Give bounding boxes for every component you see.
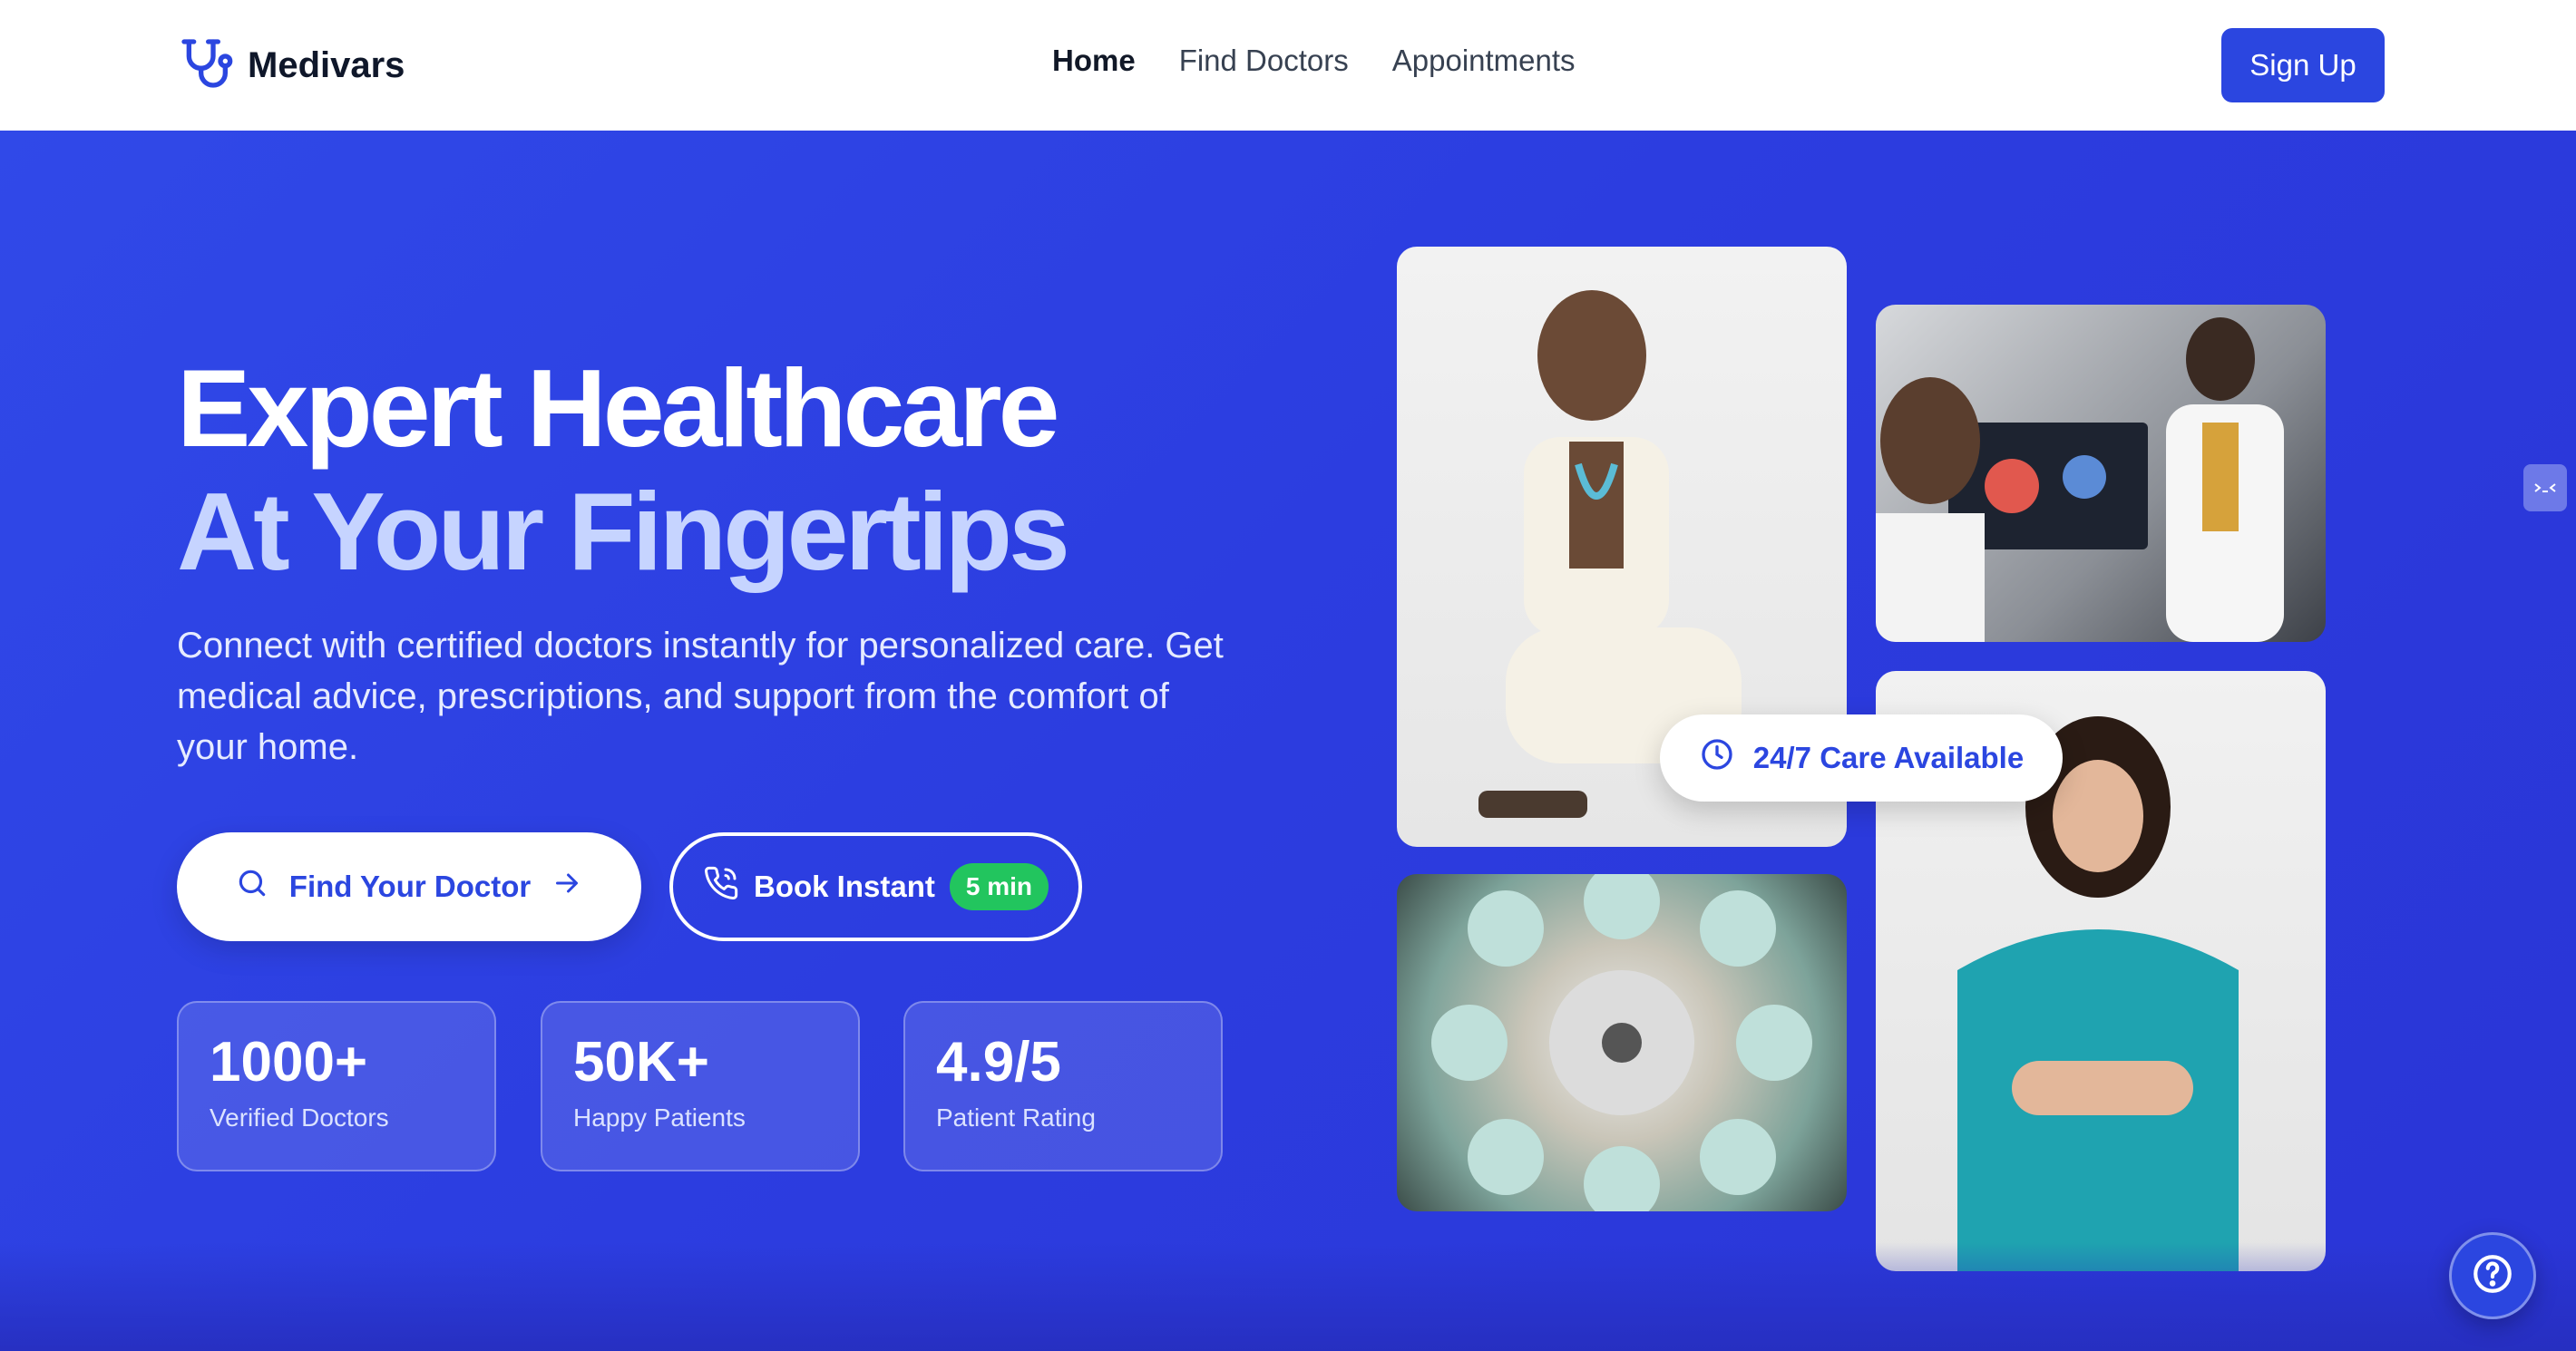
nav-link-home[interactable]: Home: [1052, 44, 1136, 78]
top-navbar: Medivars Home Find Doctors Appointments …: [0, 0, 2576, 131]
find-doctor-button[interactable]: Find Your Doctor: [177, 832, 641, 941]
doctor-consultation-photo: [1876, 305, 2326, 642]
stat-value: 50K+: [573, 1031, 709, 1093]
hero-headline: Expert Healthcare At Your Fingertips: [177, 346, 1070, 593]
sign-up-button[interactable]: Sign Up: [2221, 28, 2385, 102]
stat-card-rating: 4.9/5 Patient Rating: [903, 1001, 1223, 1171]
phone-call-icon: [703, 865, 739, 909]
find-doctor-label: Find Your Doctor: [288, 870, 532, 903]
help-circle-icon: [2470, 1251, 2515, 1301]
stat-card-patients: 50K+ Happy Patients: [541, 1001, 860, 1171]
care-available-badge: 24/7 Care Available: [1660, 714, 2063, 802]
nav-link-appointments[interactable]: Appointments: [1392, 44, 1576, 78]
side-widget-tab[interactable]: [2523, 464, 2567, 511]
headline-line-1: Expert Healthcare: [177, 346, 1059, 470]
stethoscope-icon: [177, 34, 235, 97]
stat-label: Happy Patients: [573, 1103, 746, 1132]
wait-time-badge: 5 min: [949, 863, 1049, 910]
help-button[interactable]: [2449, 1232, 2536, 1319]
hero-description: Connect with certified doctors instantly…: [177, 626, 1224, 767]
book-instant-label: Book Instant: [754, 870, 935, 903]
book-instant-button[interactable]: Book Instant 5 min: [669, 832, 1082, 941]
brand-name: Medivars: [248, 45, 405, 85]
stat-value: 4.9/5: [936, 1031, 1061, 1093]
hero-section: Expert Healthcare At Your Fingertips Con…: [0, 131, 2576, 1351]
stat-value: 1000+: [210, 1031, 368, 1093]
brand-logo[interactable]: Medivars: [177, 34, 405, 97]
nav-link-find-doctors[interactable]: Find Doctors: [1179, 44, 1349, 78]
clock-icon: [1699, 736, 1735, 780]
search-icon: [235, 866, 269, 908]
stat-card-doctors: 1000+ Verified Doctors: [177, 1001, 496, 1171]
headline-line-2: At Your Fingertips: [177, 470, 1070, 593]
hero-bottom-fade: [0, 1242, 2576, 1351]
stat-label: Verified Doctors: [210, 1103, 389, 1132]
care-available-label: 24/7 Care Available: [1752, 741, 2025, 774]
stat-label: Patient Rating: [936, 1103, 1096, 1132]
arrow-right-icon: [551, 867, 583, 907]
surgeons-photo: [1397, 874, 1847, 1211]
nav-links: Home Find Doctors Appointments: [1052, 44, 1576, 78]
